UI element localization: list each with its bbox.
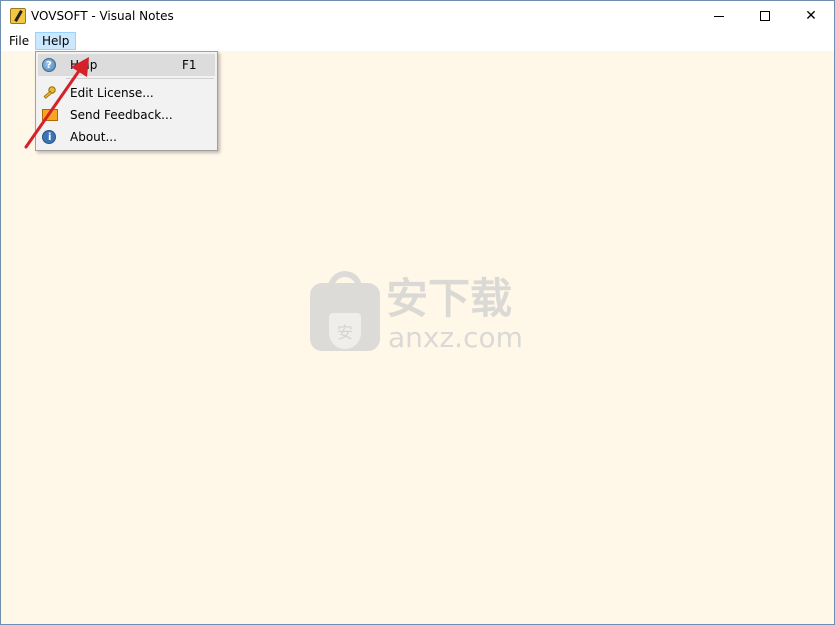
menu-item-label: Edit License... [70,86,154,100]
close-button[interactable]: ✕ [788,1,834,31]
menu-file[interactable]: File [3,32,35,50]
watermark-shield-icon: 安 [329,313,361,349]
menu-item-edit-license[interactable]: Edit License... [38,82,215,104]
shortcut-label: F1 [182,58,197,72]
window-title: VOVSOFT - Visual Notes [31,9,174,23]
menu-item-help[interactable]: Help F1 [38,54,215,77]
minimize-icon [714,15,724,17]
title-bar[interactable]: VOVSOFT - Visual Notes ✕ [1,1,834,31]
menu-item-label: About... [70,130,117,144]
menu-bar: File Help [1,31,834,51]
minimize-button[interactable] [696,1,742,31]
info-icon [42,127,56,149]
app-window: VOVSOFT - Visual Notes ✕ File Help 安 安下载… [0,0,835,625]
maximize-icon [760,11,770,21]
menu-help[interactable]: Help [35,32,77,50]
watermark: 安 安下载 anxz.com [310,271,525,356]
help-icon [42,55,56,77]
maximize-button[interactable] [742,1,788,31]
watermark-cn-text: 安下载 [386,274,513,323]
menu-item-label: Help [70,58,98,72]
app-notepad-icon [10,8,26,24]
menu-item-send-feedback[interactable]: Send Feedback... [38,104,215,126]
watermark-en-text: anxz.com [388,321,523,354]
mail-icon [42,109,58,121]
close-icon: ✕ [805,8,817,24]
menu-separator [66,78,214,79]
watermark-badge-char: 安 [336,323,353,342]
menu-item-label: Send Feedback... [70,108,173,122]
key-icon [43,86,56,99]
menu-item-about[interactable]: About... [38,126,215,149]
help-dropdown-menu: Help F1 Edit License... Send Feedback...… [35,51,218,151]
watermark-bag-icon: 安 [310,283,380,351]
